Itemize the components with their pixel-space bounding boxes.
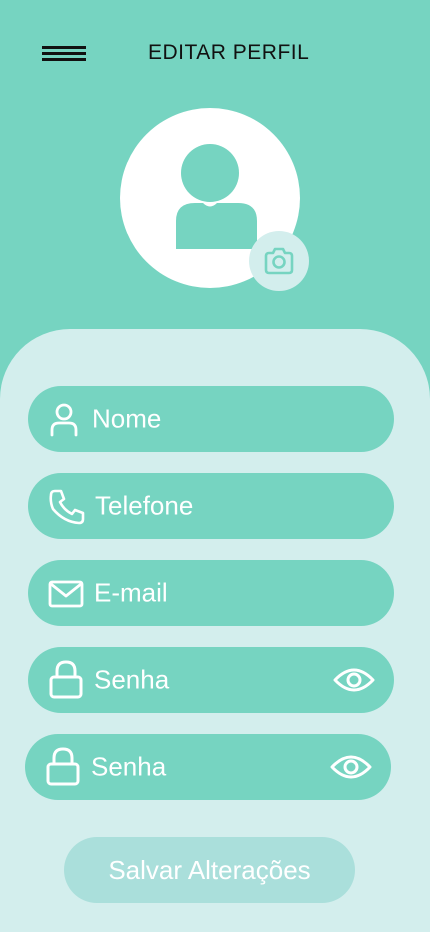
email-field-label: E-mail bbox=[94, 577, 168, 608]
password-field[interactable]: Senha bbox=[28, 647, 394, 713]
password-confirm-field[interactable]: Senha bbox=[25, 734, 391, 800]
phone-field-label: Telefone bbox=[95, 490, 194, 521]
lock-icon bbox=[46, 747, 80, 786]
page-title: EDITAR PERFIL bbox=[148, 41, 310, 64]
camera-icon bbox=[264, 247, 294, 275]
save-changes-button[interactable]: Salvar Alterações bbox=[64, 837, 355, 903]
phone-field[interactable]: Telefone bbox=[28, 473, 394, 539]
password-confirm-field-label: Senha bbox=[91, 751, 167, 782]
name-field[interactable]: Nome bbox=[28, 386, 394, 452]
eye-icon[interactable] bbox=[329, 747, 373, 787]
header: EDITAR PERFIL bbox=[0, 0, 430, 110]
eye-icon[interactable] bbox=[332, 660, 376, 700]
user-icon bbox=[50, 403, 78, 437]
hamburger-menu-icon[interactable] bbox=[42, 46, 86, 64]
phone-icon bbox=[49, 489, 85, 525]
email-field[interactable]: E-mail bbox=[28, 560, 394, 626]
lock-icon bbox=[49, 660, 83, 699]
password-field-label: Senha bbox=[94, 664, 170, 695]
mail-icon bbox=[48, 580, 84, 608]
change-photo-button[interactable] bbox=[249, 231, 309, 291]
name-field-label: Nome bbox=[92, 403, 162, 434]
